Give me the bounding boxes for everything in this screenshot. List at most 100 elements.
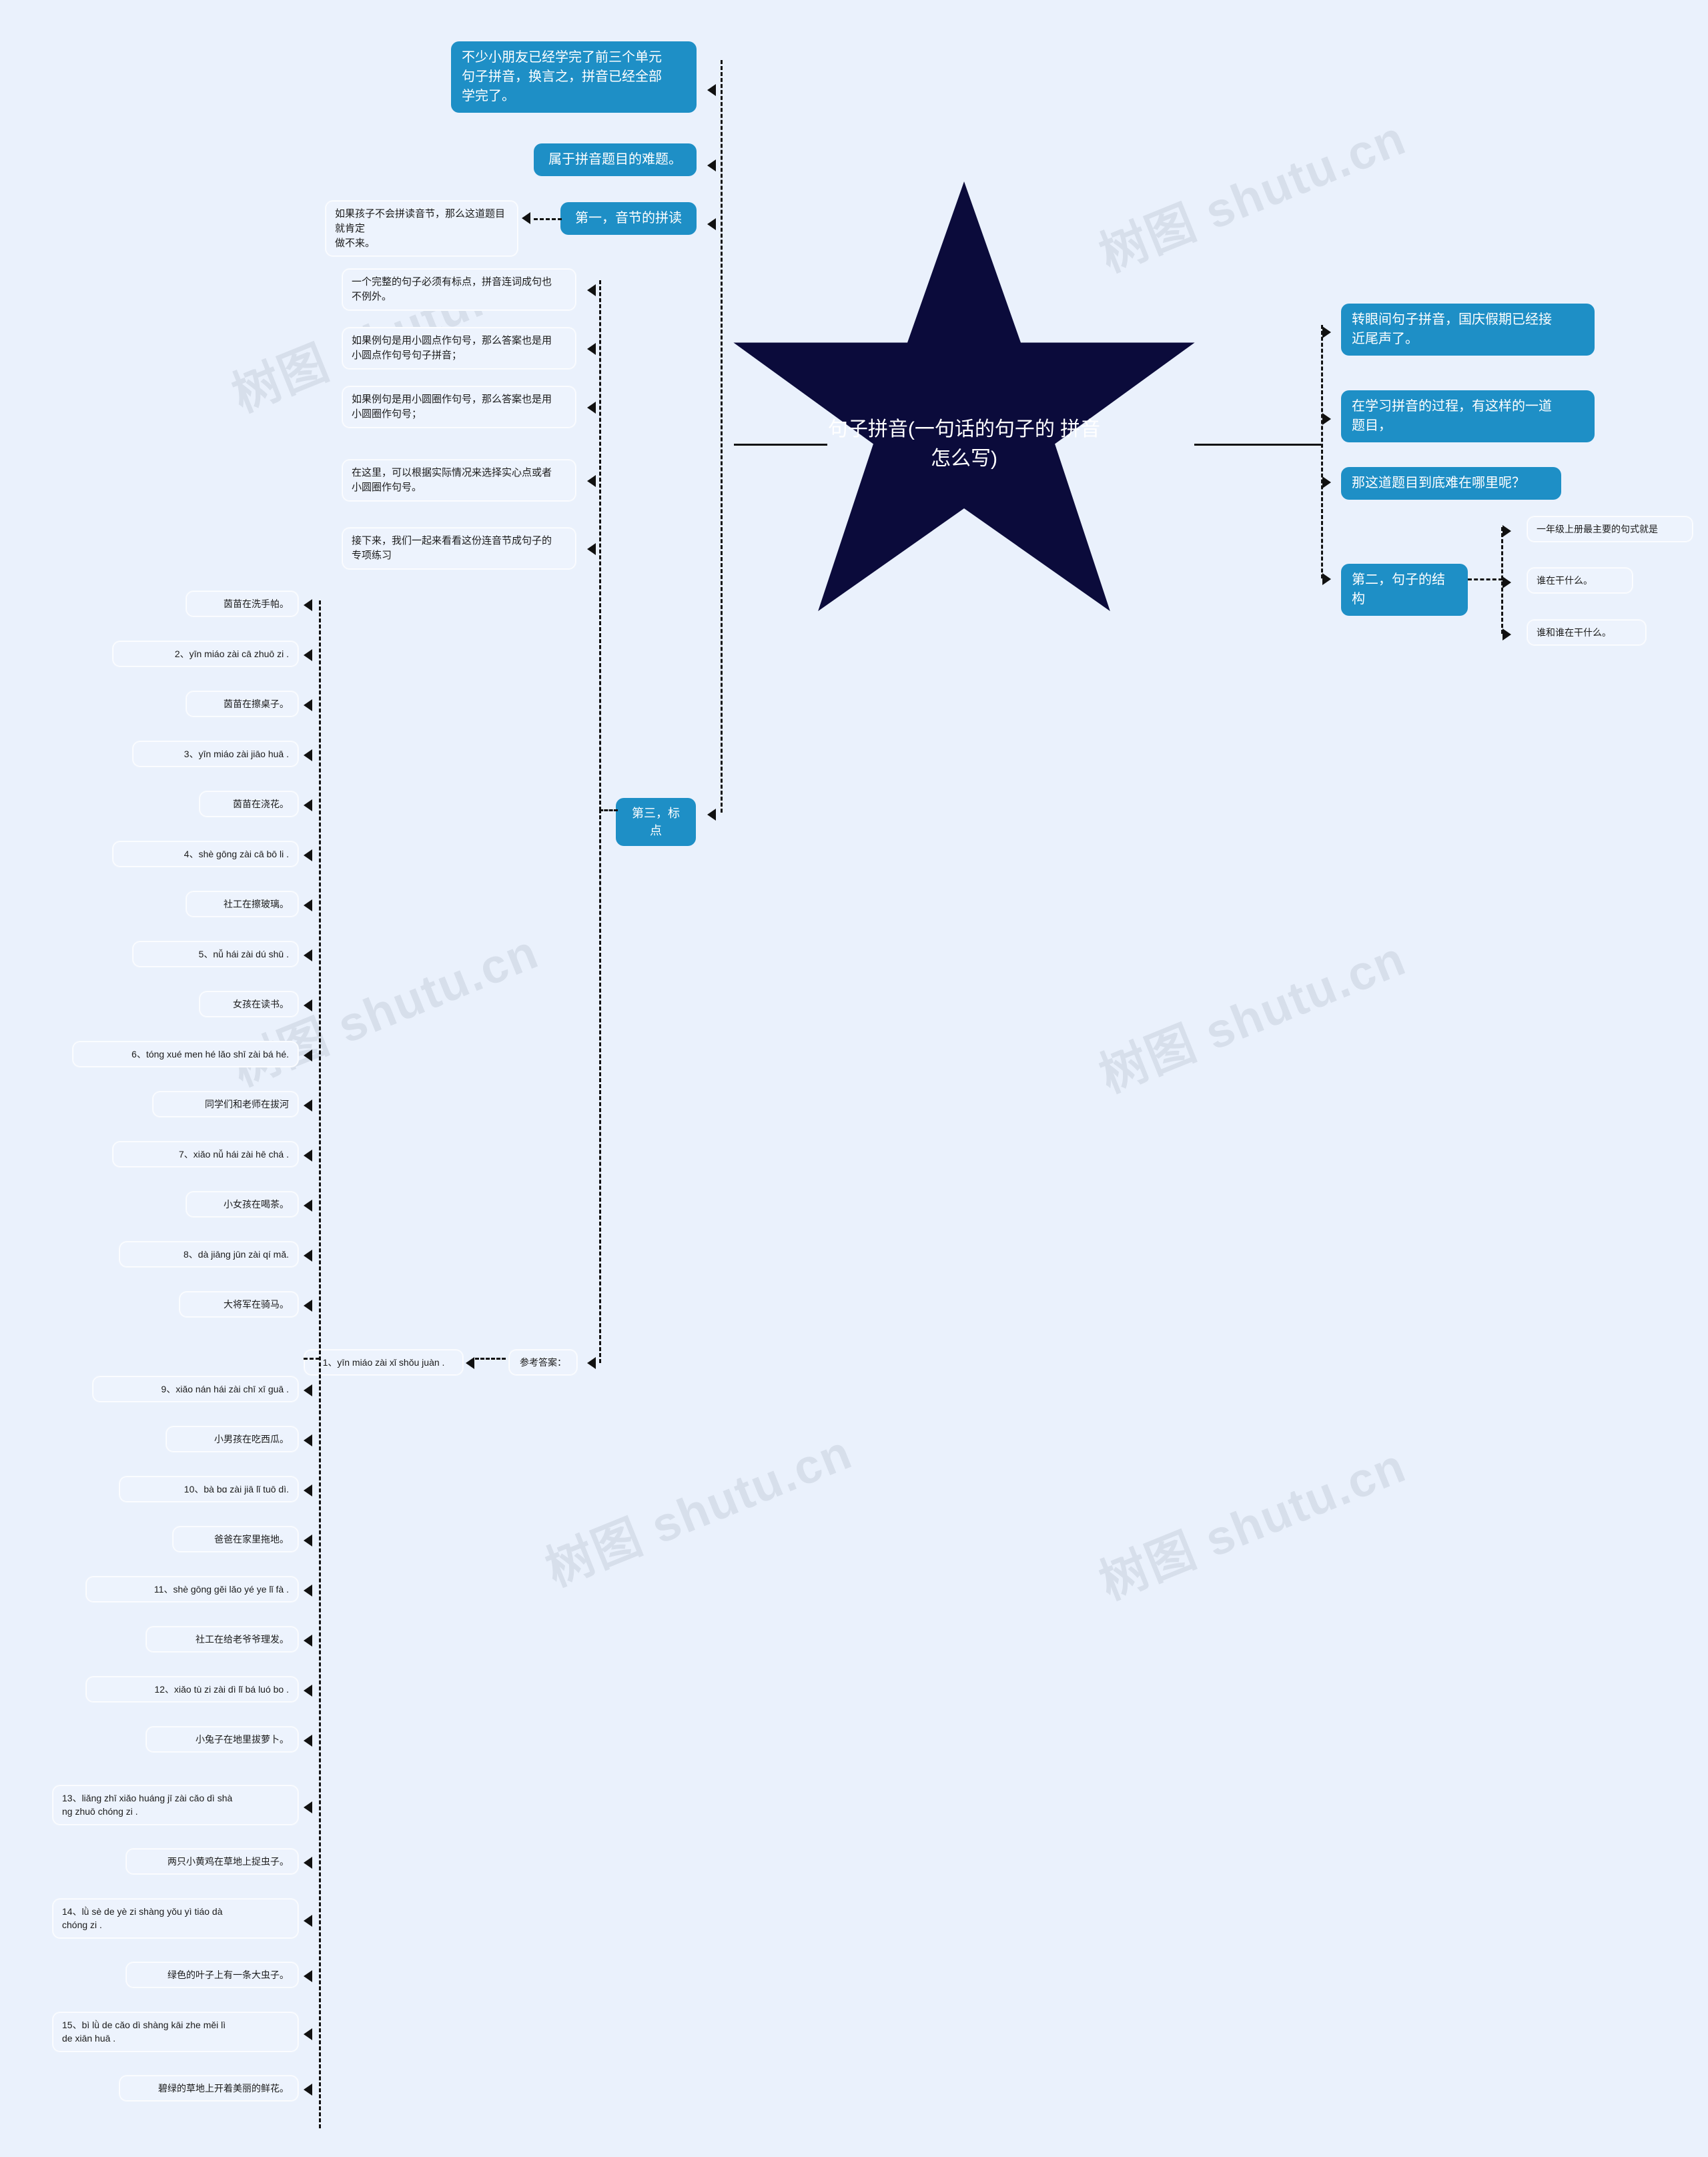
- watermark: 树图 shutu.cn: [1092, 931, 1414, 1103]
- answer-first-connector: [475, 1358, 506, 1360]
- arrow-right-1: [1322, 413, 1331, 425]
- answer-item[interactable]: 碧绿的草地上开着美丽的鲜花。: [119, 2075, 299, 2102]
- structure-connector: [1468, 578, 1503, 580]
- left-node-1[interactable]: 属于拼音题目的难题。: [534, 143, 697, 176]
- answer-item[interactable]: 14、lǜ sè de yè zi shàng yǒu yì tiáo dà c…: [52, 1898, 299, 1939]
- answer-item[interactable]: 2、yīn miáo zài cā zhuō zi .: [112, 640, 299, 668]
- arrow-answer-item: [304, 1801, 312, 1813]
- structure-child-0[interactable]: 一年级上册最主要的句式就是: [1527, 516, 1693, 543]
- mindmap-canvas: 树图 shutu.cn 树图 shutu.cn 树图 shutu.cn 树图 s…: [0, 0, 1708, 2157]
- arrow-answer-item: [304, 1585, 312, 1597]
- arrow-answer-item: [304, 1857, 312, 1869]
- answer-item[interactable]: 大将军在骑马。: [179, 1291, 299, 1318]
- arrow-punct-0: [587, 284, 596, 296]
- arrow-right-0: [1322, 326, 1331, 338]
- answer-item[interactable]: 10、bà bɑ zài jiā lǐ tuō dì.: [119, 1476, 299, 1503]
- arrow-answer-item: [304, 1434, 312, 1446]
- answer-item[interactable]: 3、yīn miáo zài jiāo huā .: [132, 741, 299, 768]
- answer-item[interactable]: 社工在擦玻璃。: [185, 891, 299, 918]
- arrow-answer-item: [304, 1384, 312, 1396]
- answer-item[interactable]: 6、tóng xué men hé lǎo shī zài bá hé.: [72, 1041, 299, 1068]
- punctuation-child-4[interactable]: 接下来，我们一起来看看这份连音节成句子的 专项练习: [342, 527, 576, 570]
- arrow-structure-2: [1503, 628, 1511, 640]
- arrow-answer-item: [304, 1535, 312, 1547]
- arrow-answer-item: [304, 1100, 312, 1112]
- answer-uplink-spine: [599, 809, 601, 1363]
- left-node-0[interactable]: 不少小朋友已经学完了前三个单元 句子拼音，换言之，拼音已经全部 学完了。: [451, 41, 697, 113]
- arrow-answer-item: [304, 949, 312, 961]
- root-right-spine: [1194, 444, 1321, 446]
- arrow-answer-item: [304, 899, 312, 911]
- answer-item[interactable]: 11、shè gōng gěi lǎo yé ye lǐ fà .: [85, 1576, 299, 1603]
- answer-item[interactable]: 同学们和老师在拔河: [152, 1091, 299, 1118]
- answer-item[interactable]: 4、shè gōng zài cā bō li .: [112, 841, 299, 868]
- answer-item[interactable]: 两只小黄鸡在草地上捉虫子。: [125, 1848, 299, 1875]
- arrow-left-0: [707, 84, 716, 96]
- watermark: 树图 shutu.cn: [538, 1425, 860, 1597]
- answer-item[interactable]: 小男孩在吃西瓜。: [165, 1426, 299, 1453]
- answer-item[interactable]: 女孩在读书。: [199, 991, 299, 1018]
- arrow-answer-item: [304, 1735, 312, 1747]
- arrow-answer-item: [304, 1049, 312, 1061]
- arrow-punct-1: [587, 343, 596, 355]
- arrow-answer-item: [304, 2028, 312, 2040]
- arrow-punct-2: [587, 402, 596, 414]
- answer-list-spine: [319, 600, 321, 2128]
- arrow-answer-item: [304, 849, 312, 861]
- punctuation-spine: [599, 280, 601, 811]
- arrow-right-2: [1322, 476, 1331, 488]
- answer-item[interactable]: 绿色的叶子上有一条大虫子。: [125, 1962, 299, 1989]
- answer-item[interactable]: 15、bì lǜ de cǎo dì shàng kāi zhe měi lì …: [52, 2012, 299, 2052]
- arrow-answer-item: [304, 1484, 312, 1496]
- punctuation-connector: [599, 809, 618, 811]
- answer-item[interactable]: 小兔子在地里拔萝卜。: [145, 1726, 299, 1753]
- answer-item[interactable]: 茵苗在洗手帕。: [185, 590, 299, 618]
- arrow-structure-1: [1503, 576, 1511, 588]
- answer-item[interactable]: 茵苗在擦桌子。: [185, 691, 299, 718]
- left-node-syllable[interactable]: 第一，音节的拼读: [560, 202, 697, 235]
- punctuation-child-3[interactable]: 在这里，可以根据实际情况来选择实心点或者 小圆圈作句号。: [342, 459, 576, 502]
- answer-list-link: [304, 1358, 320, 1360]
- answer-item[interactable]: 9、xiǎo nán hái zài chī xī guā .: [92, 1376, 299, 1403]
- left-node-punctuation[interactable]: 第三，标点: [616, 798, 696, 847]
- answer-item[interactable]: 13、liǎng zhī xiǎo huáng jī zài cǎo dì sh…: [52, 1785, 299, 1825]
- answer-item[interactable]: 12、xiǎo tù zi zài dì lǐ bá luó bo .: [85, 1676, 299, 1703]
- punctuation-child-1[interactable]: 如果例句是用小圆点作句号，那么答案也是用 小圆点作句号句子拼音；: [342, 327, 576, 370]
- right-node-2[interactable]: 那这道题目到底难在哪里呢？: [1341, 467, 1561, 500]
- arrow-structure-0: [1503, 525, 1511, 537]
- arrow-answer: [587, 1357, 596, 1369]
- right-node-1[interactable]: 在学习拼音的过程，有这样的一道 题目，: [1341, 390, 1595, 442]
- answer-item[interactable]: 5、nǚ hái zài dú shū .: [132, 941, 299, 968]
- arrow-answer-item: [304, 1685, 312, 1697]
- arrow-punct-4: [587, 543, 596, 555]
- right-node-0[interactable]: 转眼间句子拼音，国庆假期已经接 近尾声了。: [1341, 304, 1595, 356]
- answer-item[interactable]: 社工在给老爷爷理发。: [145, 1626, 299, 1653]
- arrow-answer-item: [304, 599, 312, 611]
- answer-item[interactable]: 7、xiǎo nǚ hái zài hē chá .: [112, 1141, 299, 1168]
- arrow-right-3: [1322, 573, 1331, 585]
- root-star-shape: [724, 177, 1204, 644]
- answer-item[interactable]: 茵苗在浇花。: [199, 791, 299, 818]
- arrow-syllable-child-0: [522, 212, 530, 224]
- arrow-answer-item: [304, 2084, 312, 2096]
- answer-node[interactable]: 参考答案：: [508, 1349, 578, 1376]
- answer-item[interactable]: 8、dà jiāng jūn zài qí mǎ.: [119, 1241, 299, 1268]
- left-branch-spine: [721, 60, 723, 813]
- arrow-answer-item: [304, 1250, 312, 1262]
- answer-item[interactable]: 爸爸在家里拖地。: [172, 1526, 299, 1553]
- punctuation-child-2[interactable]: 如果例句是用小圆圈作句号，那么答案也是用 小圆圈作句号；: [342, 386, 576, 428]
- structure-child-1[interactable]: 谁在干什么。: [1527, 567, 1633, 594]
- right-node-structure[interactable]: 第二，句子的结构: [1341, 564, 1468, 616]
- arrow-answer-item: [304, 1635, 312, 1647]
- syllable-child-0[interactable]: 如果孩子不会拼读音节，那么这道题目就肯定 做不来。: [325, 200, 518, 258]
- arrow-answer-item: [304, 699, 312, 711]
- answer-item-first[interactable]: 1、yīn miáo zài xǐ shǒu juàn .: [304, 1349, 464, 1376]
- arrow-left-1: [707, 159, 716, 171]
- root-left-spine: [734, 444, 827, 446]
- arrow-answer-item: [304, 1970, 312, 1982]
- punctuation-child-0[interactable]: 一个完整的句子必须有标点，拼音连词成句也 不例外。: [342, 268, 576, 311]
- structure-child-2[interactable]: 谁和谁在干什么。: [1527, 619, 1647, 646]
- arrow-answer-item: [304, 1300, 312, 1312]
- answer-item[interactable]: 小女孩在喝茶。: [185, 1191, 299, 1218]
- arrow-left-2: [707, 218, 716, 230]
